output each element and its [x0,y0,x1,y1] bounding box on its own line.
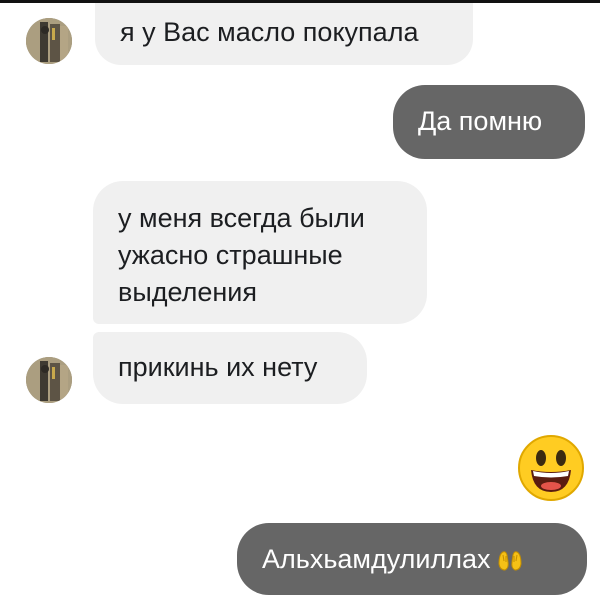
contact-photo [26,18,72,64]
palms-up-together-emoji-icon [497,551,522,571]
contact-avatar[interactable] [26,357,72,403]
grinning-face-emoji-icon[interactable] [517,434,585,502]
outgoing-message-bubble[interactable]: Альхьамдулиллах [237,523,587,595]
message-text: я у Вас масло покупала [120,17,419,47]
outgoing-message-bubble[interactable]: Да помню [393,85,585,159]
message-text: Альхьамдулиллах [262,544,491,574]
message-text: у меня всегда были ужасно страшные выдел… [118,203,365,307]
contact-photo [26,357,72,403]
message-text: Да помню [418,106,543,136]
message-text: прикинь их нету [118,352,318,382]
incoming-message-bubble[interactable]: я у Вас масло покупала [95,3,473,65]
incoming-message-bubble[interactable]: прикинь их нету [93,332,367,404]
contact-avatar[interactable] [26,18,72,64]
incoming-message-bubble[interactable]: у меня всегда были ужасно страшные выдел… [93,181,427,324]
